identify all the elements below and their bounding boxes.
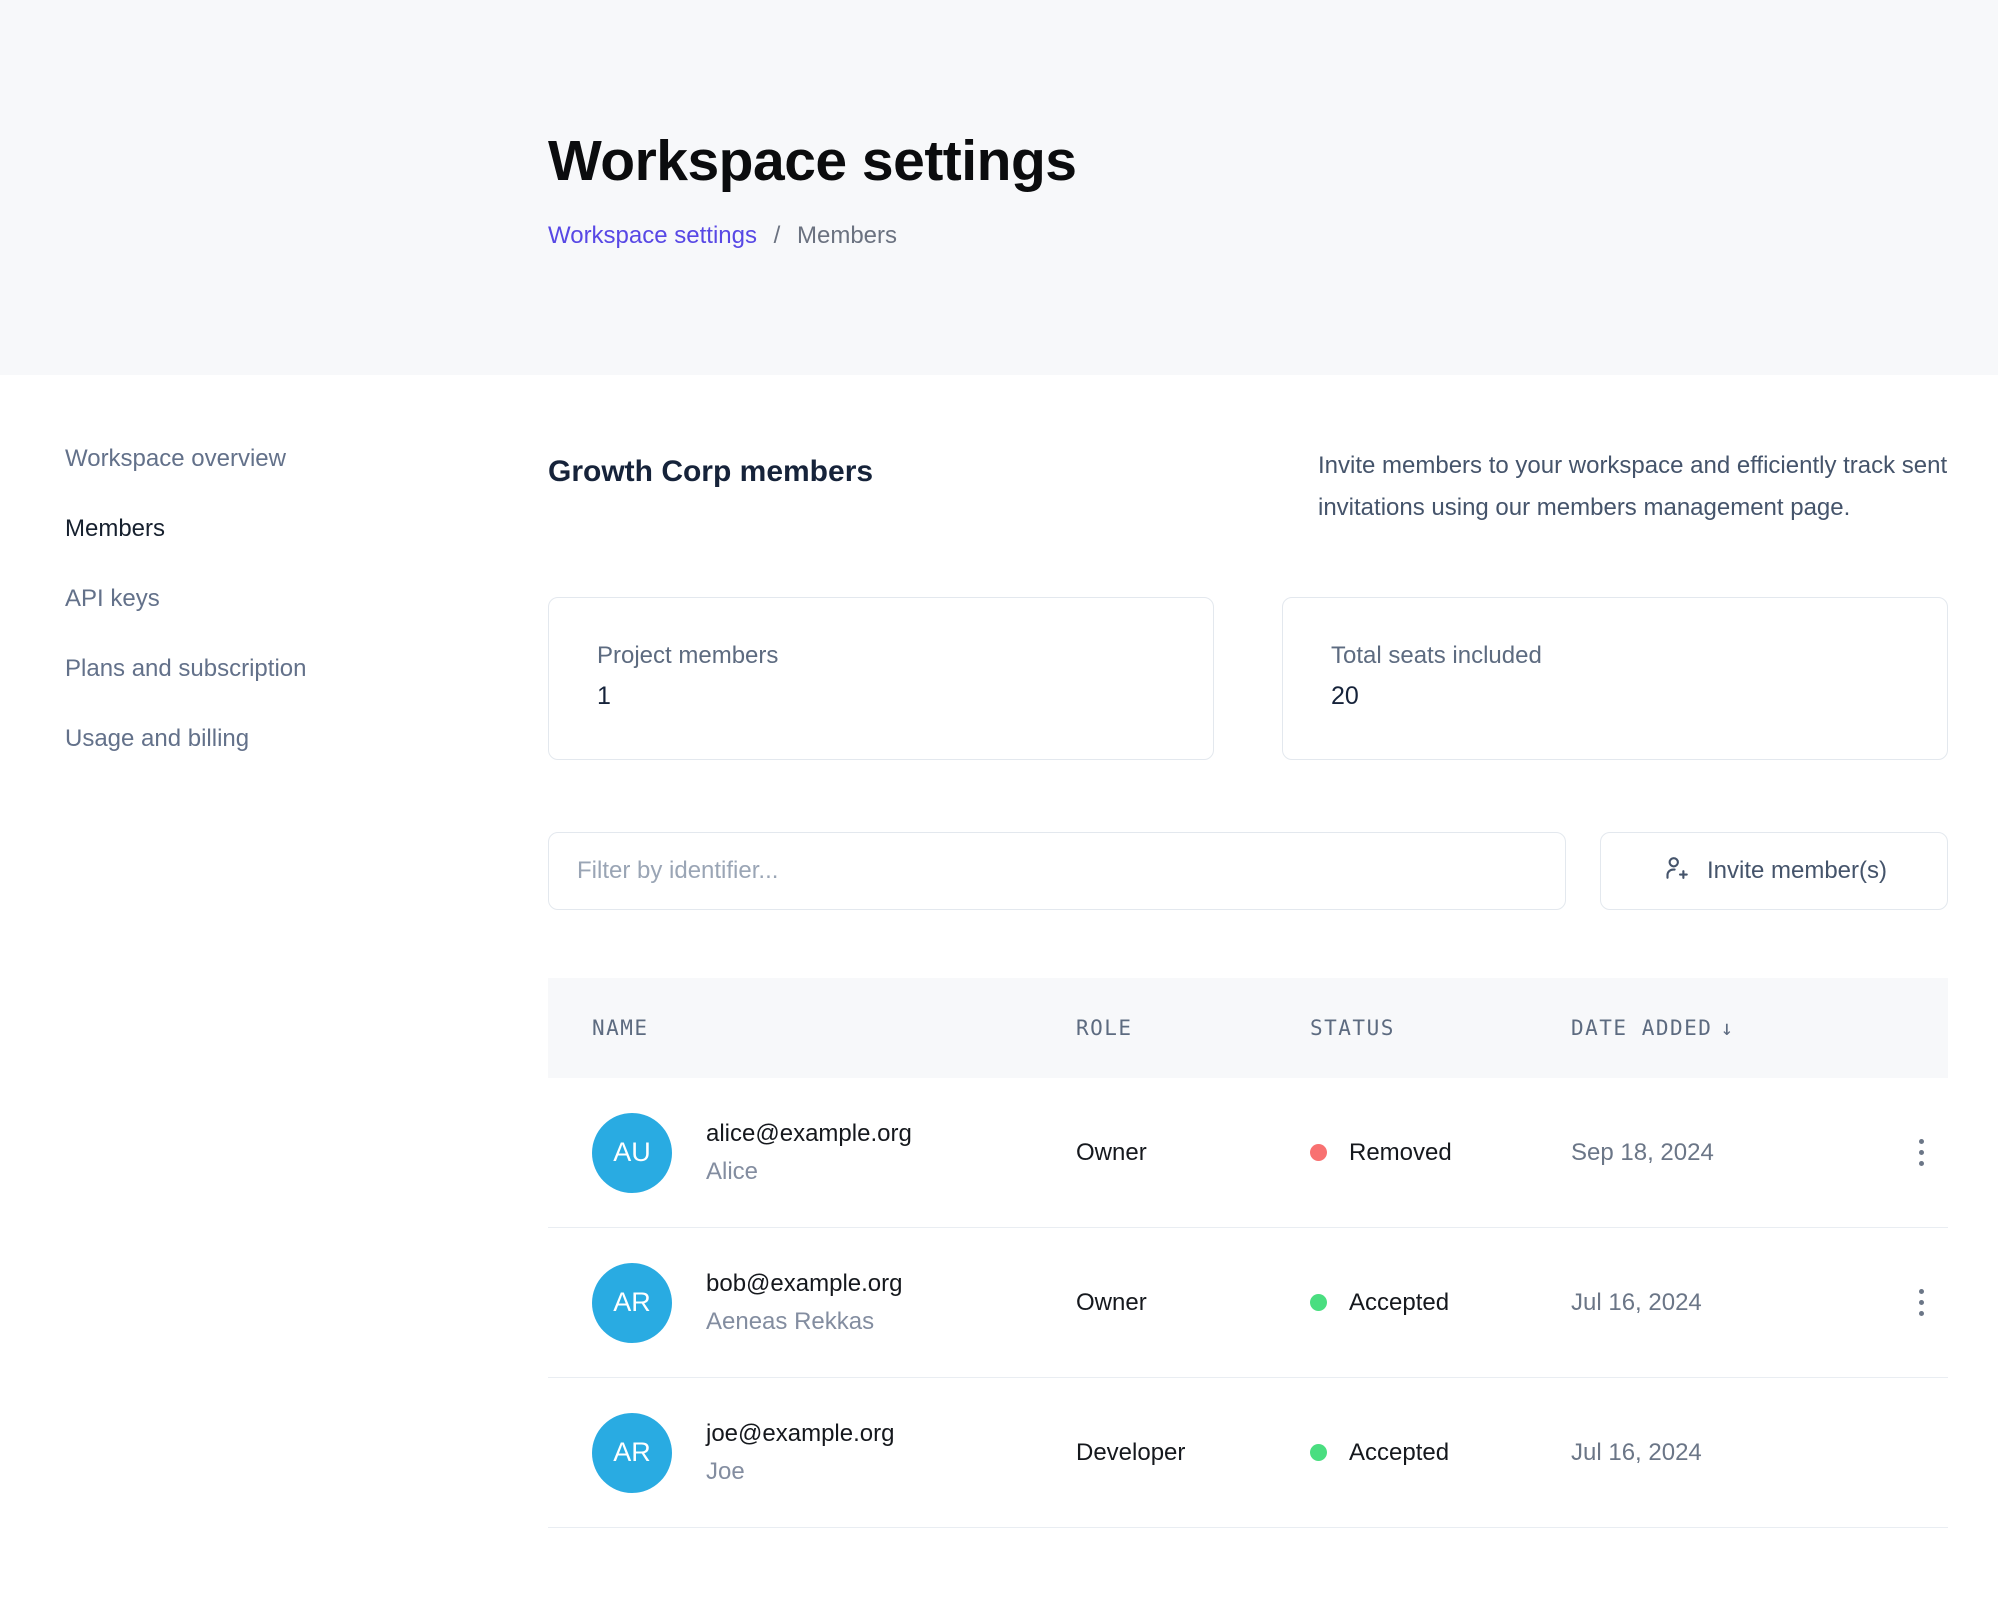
members-panel: Growth Corp members Invite members to yo… — [548, 445, 1948, 1528]
stat-cards: Project members 1 Total seats included 2… — [548, 597, 1948, 760]
status-label: Accepted — [1349, 1439, 1449, 1467]
sidebar-item-label: Members — [65, 515, 165, 542]
stat-label: Project members — [597, 642, 1165, 670]
member-name-cell: AR bob@example.org Aeneas Rekkas — [592, 1263, 1076, 1343]
member-date-added: Jul 16, 2024 — [1571, 1289, 1895, 1317]
member-status: Removed — [1310, 1139, 1571, 1167]
avatar-initials: AU — [613, 1137, 651, 1168]
status-dot — [1310, 1444, 1327, 1461]
member-name-cell: AU alice@example.org Alice — [592, 1113, 1076, 1193]
sidebar-item-members[interactable]: Members — [65, 515, 548, 543]
members-description: Invite members to your workspace and eff… — [1318, 445, 1948, 529]
person-plus-icon — [1661, 853, 1691, 890]
page-header: Workspace settings Workspace settings / … — [0, 0, 1998, 375]
column-header-status: STATUS — [1310, 1016, 1571, 1040]
member-date-added: Jul 16, 2024 — [1571, 1439, 1895, 1467]
sidebar-item-usage-and-billing[interactable]: Usage and billing — [65, 725, 548, 753]
member-email: alice@example.org — [706, 1120, 912, 1148]
stat-value: 20 — [1331, 682, 1899, 711]
member-row-joe-example-org: AR joe@example.org Joe Developer Accepte… — [548, 1378, 1948, 1528]
sidebar-item-api-keys[interactable]: API keys — [65, 585, 548, 613]
stat-value: 1 — [597, 682, 1165, 711]
avatar-initials: AR — [613, 1437, 651, 1468]
sidebar-item-label: API keys — [65, 585, 160, 612]
column-header-date-added[interactable]: DATE ADDED↓ — [1571, 1016, 1895, 1040]
member-row-bob-example-org: AR bob@example.org Aeneas Rekkas Owner A… — [548, 1228, 1948, 1378]
member-role: Developer — [1076, 1439, 1310, 1467]
stat-card-project-members: Project members 1 — [548, 597, 1214, 760]
member-email: bob@example.org — [706, 1270, 902, 1298]
row-menu-button[interactable] — [1909, 1279, 1934, 1326]
member-status: Accepted — [1310, 1439, 1571, 1467]
invite-members-label: Invite member(s) — [1707, 857, 1887, 885]
invite-members-button[interactable]: Invite member(s) — [1600, 832, 1948, 910]
member-username: Joe — [706, 1458, 894, 1486]
members-table: NAME ROLE STATUS DATE ADDED↓ AU alice@ex… — [548, 978, 1948, 1528]
members-table-header: NAME ROLE STATUS DATE ADDED↓ — [548, 978, 1948, 1078]
avatar: AR — [592, 1263, 672, 1343]
breadcrumb-current: Members — [797, 222, 897, 249]
avatar: AR — [592, 1413, 672, 1493]
avatar: AU — [592, 1113, 672, 1193]
breadcrumb: Workspace settings / Members — [548, 222, 1998, 250]
filter-input[interactable] — [548, 832, 1566, 910]
sidebar-item-label: Usage and billing — [65, 725, 249, 752]
page-title: Workspace settings — [548, 128, 1998, 194]
sidebar-item-label: Workspace overview — [65, 445, 286, 472]
stat-label: Total seats included — [1331, 642, 1899, 670]
column-header-role: ROLE — [1076, 1016, 1310, 1040]
sidebar-item-plans-and-subscription[interactable]: Plans and subscription — [65, 655, 548, 683]
sort-descending-icon: ↓ — [1720, 1016, 1734, 1040]
status-label: Accepted — [1349, 1289, 1449, 1317]
status-dot — [1310, 1294, 1327, 1311]
member-email: joe@example.org — [706, 1420, 894, 1448]
member-status: Accepted — [1310, 1289, 1571, 1317]
column-header-name: NAME — [592, 1016, 1076, 1040]
member-username: Aeneas Rekkas — [706, 1308, 902, 1336]
member-row-alice-example-org: AU alice@example.org Alice Owner Removed… — [548, 1078, 1948, 1228]
member-date-added: Sep 18, 2024 — [1571, 1139, 1895, 1167]
member-role: Owner — [1076, 1139, 1310, 1167]
member-username: Alice — [706, 1158, 912, 1186]
status-label: Removed — [1349, 1139, 1452, 1167]
sidebar-item-workspace-overview[interactable]: Workspace overview — [65, 445, 548, 473]
breadcrumb-link-workspace-settings[interactable]: Workspace settings — [548, 222, 757, 249]
row-menu-button[interactable] — [1909, 1129, 1934, 1176]
sidebar-item-label: Plans and subscription — [65, 655, 306, 682]
members-heading: Growth Corp members — [548, 455, 873, 529]
member-role: Owner — [1076, 1289, 1310, 1317]
member-name-cell: AR joe@example.org Joe — [592, 1413, 1076, 1493]
breadcrumb-separator: / — [774, 222, 781, 249]
avatar-initials: AR — [613, 1287, 651, 1318]
status-dot — [1310, 1144, 1327, 1161]
settings-sidebar: Workspace overview Members API keys Plan… — [0, 445, 548, 1528]
stat-card-total-seats-included: Total seats included 20 — [1282, 597, 1948, 760]
